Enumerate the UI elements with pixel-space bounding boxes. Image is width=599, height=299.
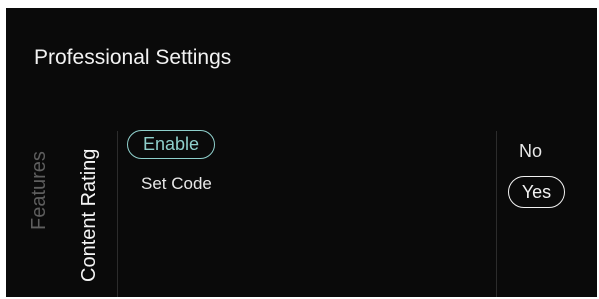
option-no[interactable]: No xyxy=(519,141,542,162)
option-yes[interactable]: Yes xyxy=(508,176,565,208)
menu-divider-left xyxy=(117,131,118,297)
category-tab-content-rating[interactable]: Content Rating xyxy=(78,149,101,282)
category-tab-features[interactable]: Features xyxy=(28,151,51,230)
tv-settings-screen: Professional Settings Features Content R… xyxy=(6,8,597,297)
page-title: Professional Settings xyxy=(34,46,232,69)
menu-divider-right xyxy=(496,131,497,297)
menu-item-enable[interactable]: Enable xyxy=(127,130,215,159)
menu-item-set-code[interactable]: Set Code xyxy=(141,174,212,194)
